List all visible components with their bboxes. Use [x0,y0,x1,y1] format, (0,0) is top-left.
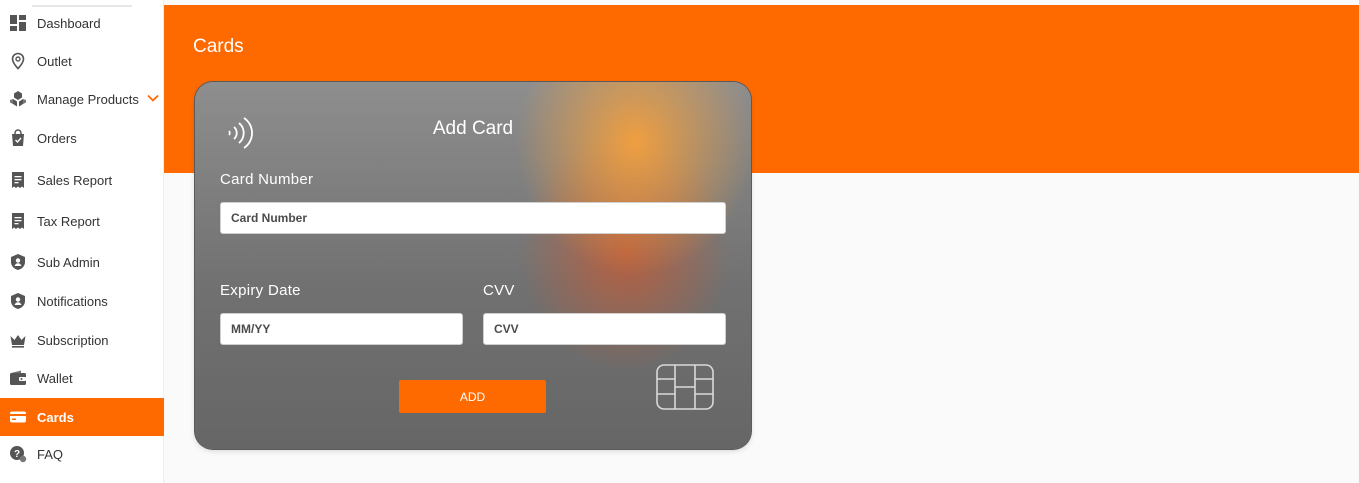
user-shield-icon [8,291,28,311]
card-icon [8,407,28,427]
add-button[interactable]: ADD [399,380,546,413]
sidebar-item-label: Wallet [37,370,73,386]
sidebar: Dashboard Outlet Manage Products Orders … [0,0,164,483]
sidebar-item-label: Sales Report [37,172,113,188]
chevron-down-icon[interactable] [146,91,160,105]
sidebar-item-label: Tax Report [37,213,100,229]
sidebar-item-label: Dashboard [37,15,101,31]
sidebar-item-subscription[interactable]: Subscription [0,321,164,359]
sidebar-item-sub-admin[interactable]: Sub Admin [0,243,164,281]
faq-icon: ? [8,444,28,464]
report-icon [8,211,28,231]
sidebar-item-manage-products[interactable]: Manage Products [0,80,164,118]
cvv-field[interactable] [483,313,726,345]
card-number-field[interactable] [220,202,726,234]
wallet-icon [8,368,28,388]
add-card-form: Add Card Card Number Expiry Date CVV ADD [195,82,751,449]
sidebar-item-label: Notifications [37,293,108,309]
sidebar-item-label: Sub Admin [37,254,100,270]
sidebar-item-outlet[interactable]: Outlet [0,42,164,80]
sidebar-item-orders[interactable]: Orders [0,119,164,157]
user-shield-icon [8,252,28,272]
dashboard-icon [8,13,28,33]
map-pin-icon [8,51,28,71]
card-chip-icon [656,364,714,410]
products-icon [8,89,28,109]
sidebar-item-dashboard[interactable]: Dashboard [0,4,164,42]
svg-text:?: ? [14,449,20,460]
sidebar-item-label: Cards [37,409,74,425]
sidebar-item-sales-report[interactable]: Sales Report [0,161,164,199]
sidebar-item-wallet[interactable]: Wallet [0,359,164,397]
report-icon [8,170,28,190]
expiry-date-field[interactable] [220,313,463,345]
sidebar-item-label: Manage Products [37,91,139,107]
page-title: Cards [193,36,244,57]
expiry-date-label: Expiry Date [220,282,301,299]
sidebar-item-label: Subscription [37,332,109,348]
cvv-label: CVV [483,282,515,299]
sidebar-item-notifications[interactable]: Notifications [0,282,164,320]
crown-icon [8,330,28,350]
sidebar-item-label: Outlet [37,53,72,69]
add-card-title: Add Card [432,118,514,139]
sidebar-item-tax-report[interactable]: Tax Report [0,202,164,240]
sidebar-item-label: FAQ [37,446,64,462]
shopping-bag-icon [8,128,28,148]
sidebar-item-label: Orders [37,130,77,146]
sidebar-item-faq[interactable]: ? FAQ [0,435,164,473]
sidebar-item-cards[interactable]: Cards [0,398,164,436]
card-number-label: Card Number [220,171,314,188]
